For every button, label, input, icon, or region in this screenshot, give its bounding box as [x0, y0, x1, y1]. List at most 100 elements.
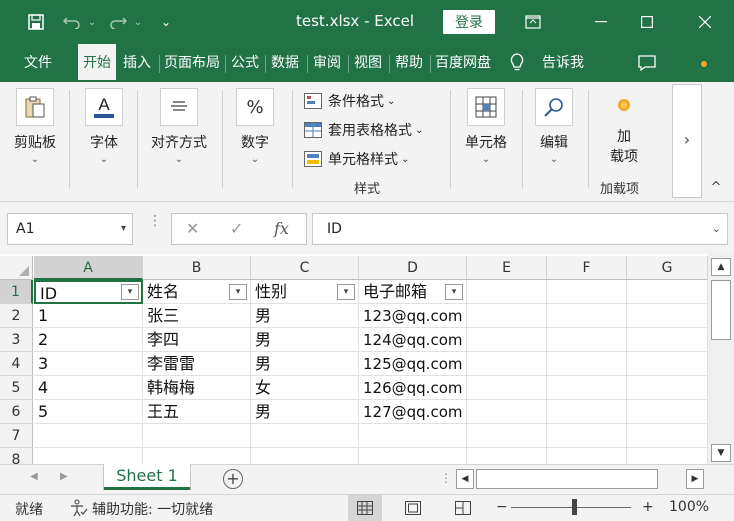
table-cell[interactable]: 5 — [34, 400, 143, 424]
column-header-a[interactable]: A — [34, 256, 143, 280]
table-cell[interactable]: 李雷雷 — [143, 352, 251, 376]
redo-icon[interactable] — [106, 9, 130, 35]
table-cell[interactable]: 127@qq.com — [359, 400, 467, 424]
empty-cell[interactable] — [467, 448, 547, 464]
row-header-3[interactable]: 3 — [0, 328, 33, 352]
table-cell[interactable]: 123@qq.com — [359, 304, 467, 328]
accessibility-status[interactable]: 辅助功能: 一切就绪 — [92, 499, 213, 519]
empty-cell[interactable] — [627, 352, 708, 376]
number-button[interactable]: % 数字 ⌄ — [232, 88, 278, 165]
undo-dropdown-icon[interactable]: ⌄ — [86, 9, 98, 35]
table-cell[interactable]: 男 — [251, 400, 359, 424]
worksheet-grid[interactable]: A B C D E F G 1 2 3 4 5 6 7 8 ID ▾ 姓名 ▾ … — [0, 254, 708, 464]
conditional-format-button[interactable]: 条件格式 ⌄ — [304, 90, 395, 112]
alignment-button[interactable]: 对齐方式 ⌄ — [147, 88, 211, 165]
tab-page-layout[interactable]: 页面布局 — [160, 44, 224, 82]
cells-button[interactable]: 单元格 ⌄ — [460, 88, 512, 165]
table-format-button[interactable]: 套用表格格式 ⌄ — [304, 119, 423, 141]
cell-e1[interactable] — [467, 280, 547, 304]
zoom-level[interactable]: 100% — [669, 499, 709, 515]
empty-cell[interactable] — [467, 352, 547, 376]
empty-cell[interactable] — [547, 352, 627, 376]
cell-style-button[interactable]: 单元格样式 ⌄ — [304, 148, 409, 170]
empty-cell[interactable] — [143, 424, 251, 448]
table-cell[interactable]: 李四 — [143, 328, 251, 352]
drag-handle-icon[interactable]: ⋮ — [148, 214, 162, 240]
tab-baidu-netdisk[interactable]: 百度网盘 — [431, 44, 495, 82]
redo-dropdown-icon[interactable]: ⌄ — [132, 9, 144, 35]
tab-formulas[interactable]: 公式 — [226, 44, 264, 82]
undo-icon[interactable] — [60, 9, 84, 35]
expand-formula-icon[interactable]: ⌄ — [712, 214, 721, 244]
minimize-icon[interactable] — [578, 0, 624, 44]
tab-review[interactable]: 审阅 — [308, 44, 346, 82]
empty-cell[interactable] — [467, 400, 547, 424]
zoom-in-button[interactable]: + — [642, 499, 654, 515]
table-cell[interactable]: 女 — [251, 376, 359, 400]
add-sheet-button[interactable]: + — [223, 469, 243, 489]
column-header-c[interactable]: C — [251, 256, 359, 280]
cancel-icon[interactable]: ✕ — [186, 214, 199, 244]
row-header-6[interactable]: 6 — [0, 400, 33, 424]
tab-split-handle-icon[interactable]: ⋮ — [440, 471, 452, 485]
table-cell[interactable]: 王五 — [143, 400, 251, 424]
empty-cell[interactable] — [627, 304, 708, 328]
row-header-8[interactable]: 8 — [0, 448, 33, 464]
cell-f1[interactable] — [547, 280, 627, 304]
row-header-4[interactable]: 4 — [0, 352, 33, 376]
login-button[interactable]: 登录 — [443, 10, 495, 34]
zoom-slider-track[interactable] — [511, 507, 631, 508]
empty-cell[interactable] — [34, 448, 143, 464]
empty-cell[interactable] — [359, 448, 467, 464]
clipboard-button[interactable]: 剪贴板 ⌄ — [10, 88, 60, 165]
accessibility-icon[interactable] — [68, 499, 88, 521]
horizontal-scrollbar[interactable]: ◀ ▶ — [456, 469, 706, 489]
cell-g1[interactable] — [627, 280, 708, 304]
select-all-corner[interactable] — [0, 256, 33, 280]
table-cell[interactable]: 2 — [34, 328, 143, 352]
name-box[interactable]: A1 ▾ — [7, 213, 133, 245]
previous-sheet-icon[interactable]: ◀ — [30, 471, 38, 482]
empty-cell[interactable] — [359, 424, 467, 448]
filter-dropdown-icon[interactable]: ▾ — [229, 284, 247, 300]
next-sheet-icon[interactable]: ▶ — [60, 471, 68, 482]
row-header-1[interactable]: 1 — [0, 280, 33, 304]
table-cell[interactable]: 126@qq.com — [359, 376, 467, 400]
normal-view-icon[interactable] — [348, 495, 382, 521]
ribbon-display-options-icon[interactable] — [510, 0, 556, 44]
row-header-7[interactable]: 7 — [0, 424, 33, 448]
zoom-slider-thumb[interactable] — [572, 499, 577, 515]
tab-file[interactable]: 文件 — [16, 44, 60, 82]
scroll-left-icon[interactable]: ◀ — [456, 469, 474, 489]
empty-cell[interactable] — [467, 376, 547, 400]
customize-qat-icon[interactable]: ⌄ — [158, 9, 174, 35]
empty-cell[interactable] — [34, 424, 143, 448]
empty-cell[interactable] — [547, 448, 627, 464]
close-icon[interactable] — [682, 0, 728, 44]
tab-data[interactable]: 数据 — [266, 44, 304, 82]
scroll-up-icon[interactable]: ▲ — [711, 258, 731, 276]
maximize-icon[interactable] — [624, 0, 670, 44]
table-cell[interactable]: 男 — [251, 328, 359, 352]
row-header-2[interactable]: 2 — [0, 304, 33, 328]
empty-cell[interactable] — [467, 304, 547, 328]
table-cell[interactable]: 张三 — [143, 304, 251, 328]
table-cell[interactable]: 124@qq.com — [359, 328, 467, 352]
addins-button[interactable]: 加 载项 — [604, 96, 644, 166]
table-cell[interactable]: 1 — [34, 304, 143, 328]
sheet-tab[interactable]: Sheet 1 — [104, 464, 190, 490]
empty-cell[interactable] — [547, 304, 627, 328]
filter-dropdown-icon[interactable]: ▾ — [121, 284, 139, 300]
table-cell[interactable]: 男 — [251, 304, 359, 328]
editing-button[interactable]: 编辑 ⌄ — [532, 88, 576, 165]
filter-dropdown-icon[interactable]: ▾ — [445, 284, 463, 300]
chevron-down-icon[interactable]: ▾ — [121, 214, 126, 244]
empty-cell[interactable] — [627, 424, 708, 448]
table-cell[interactable]: 3 — [34, 352, 143, 376]
scroll-right-icon[interactable]: ▶ — [686, 469, 704, 489]
zoom-out-button[interactable]: − — [496, 499, 508, 515]
table-cell[interactable]: 男 — [251, 352, 359, 376]
lightbulb-icon[interactable] — [506, 44, 528, 82]
tab-view[interactable]: 视图 — [349, 44, 387, 82]
tell-me-search[interactable]: 告诉我 — [536, 44, 590, 82]
